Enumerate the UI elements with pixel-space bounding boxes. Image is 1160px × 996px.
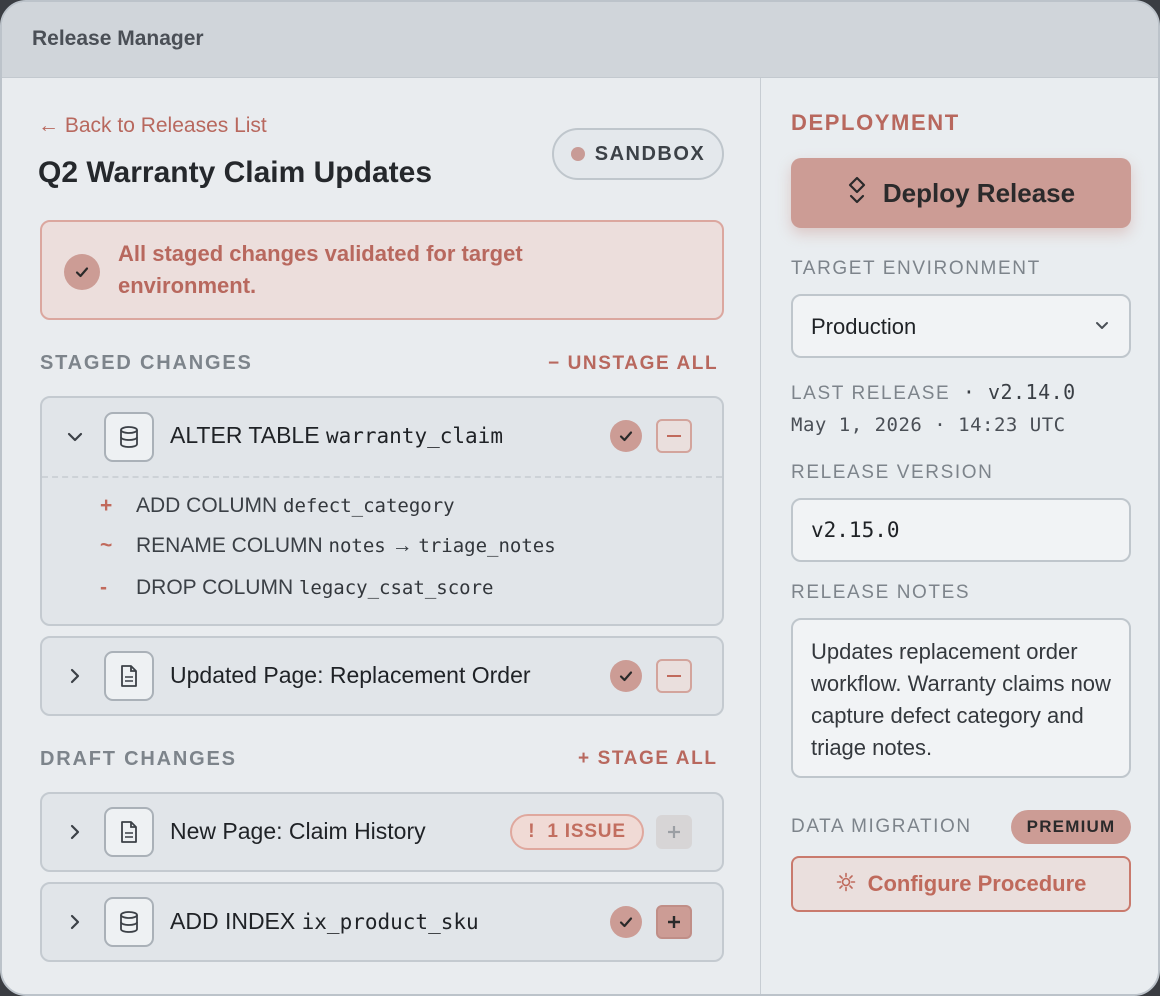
environment-badge-label: SANDBOX — [594, 142, 706, 165]
chevron-down-icon — [1095, 318, 1109, 336]
divider — [42, 476, 722, 478]
sub-change-text: ADD COLUMN — [136, 494, 278, 517]
premium-badge: PREMIUM — [1011, 810, 1131, 844]
page-icon — [104, 651, 154, 701]
chevron-down-icon[interactable] — [64, 426, 86, 448]
sub-change-text: DROP COLUMN — [136, 576, 294, 599]
staged-changes-heading: STAGED CHANGES — [40, 352, 253, 374]
staged-change-updated-page: Updated Page: Replacement Order — [40, 636, 724, 716]
target-environment-label: TARGET ENVIRONMENT — [791, 258, 1041, 279]
plus-icon: + — [578, 748, 591, 769]
validated-check-icon — [610, 660, 642, 692]
change-label: ALTER TABLE warranty_claim — [170, 422, 503, 449]
unstage-all-button[interactable]: − UNSTAGE ALL — [548, 353, 718, 375]
chevron-right-icon[interactable] — [64, 665, 86, 687]
unstage-all-label: UNSTAGE ALL — [567, 353, 719, 374]
staged-change-alter-table: ALTER TABLE warranty_claim + ADD COLUMN d… — [40, 396, 724, 626]
sub-change-new-name: triage_notes — [418, 535, 556, 557]
release-notes-label: RELEASE NOTES — [791, 582, 971, 603]
draft-change-new-page: New Page: Claim History ! 1 ISSUE — [40, 792, 724, 872]
sub-change-text: RENAME COLUMN — [136, 534, 323, 557]
last-release-label: LAST RELEASE — [791, 383, 951, 404]
change-label-prefix: ALTER TABLE — [170, 422, 320, 448]
sub-change-add-column: + ADD COLUMN defect_category — [100, 494, 455, 518]
stage-all-label: STAGE ALL — [597, 748, 718, 769]
add-symbol-icon: + — [100, 494, 113, 517]
validated-check-icon — [610, 906, 642, 938]
release-notes-textarea[interactable]: Updates replacement order workflow. Warr… — [791, 618, 1131, 778]
sub-change-code: defect_category — [283, 495, 455, 517]
back-to-releases-link[interactable]: ← Back to Releases List — [38, 114, 267, 138]
release-version-label: RELEASE VERSION — [791, 462, 994, 483]
change-label: ADD INDEX ix_product_sku — [170, 908, 479, 935]
database-icon — [104, 897, 154, 947]
last-release-version: v2.14.0 — [987, 380, 1076, 404]
chevron-right-icon[interactable] — [64, 911, 86, 933]
stage-button-disabled — [656, 815, 692, 849]
deployment-panel: DEPLOYMENT Deploy Release TARGET ENVIRON… — [760, 78, 1158, 994]
draft-changes-heading: DRAFT CHANGES — [40, 748, 237, 770]
stage-all-button[interactable]: + STAGE ALL — [578, 748, 718, 770]
sub-change-code: notes — [328, 535, 386, 557]
validation-message: All staged changes validated for target … — [118, 241, 523, 298]
change-label: New Page: Claim History — [170, 818, 426, 844]
change-label-code: ix_product_sku — [301, 910, 479, 934]
release-detail-panel: ← Back to Releases List Q2 Warranty Clai… — [2, 78, 760, 994]
change-label-code: warranty_claim — [325, 424, 503, 448]
sub-change-rename-column: ~ RENAME COLUMN notes → triage_notes — [100, 534, 556, 558]
change-label: Updated Page: Replacement Order — [170, 662, 531, 688]
deployment-heading: DEPLOYMENT — [791, 110, 960, 135]
warning-icon: ! — [528, 821, 536, 842]
validation-banner: All staged changes validated for target … — [40, 220, 724, 320]
deploy-release-button[interactable]: Deploy Release — [791, 158, 1131, 228]
issue-badge-label: 1 ISSUE — [547, 821, 626, 842]
release-version-input[interactable]: v2.15.0 — [791, 498, 1131, 562]
page-title: Q2 Warranty Claim Updates — [38, 156, 432, 189]
separator: · — [950, 380, 988, 404]
sun-gear-icon — [836, 872, 856, 897]
issue-badge[interactable]: ! 1 ISSUE — [510, 814, 644, 850]
release-manager-window: Release Manager ← Back to Releases List … — [0, 0, 1160, 996]
unstage-button[interactable] — [656, 419, 692, 453]
last-release-date: May 1, 2026 · 14:23 UTC — [791, 414, 1066, 436]
draft-change-add-index: ADD INDEX ix_product_sku — [40, 882, 724, 962]
page-icon — [104, 807, 154, 857]
remove-symbol-icon: - — [100, 576, 107, 599]
app-title: Release Manager — [32, 27, 204, 50]
target-environment-value: Production — [811, 314, 917, 339]
validated-check-icon — [610, 420, 642, 452]
rename-symbol-icon: ~ — [100, 534, 113, 557]
stage-button[interactable] — [656, 905, 692, 939]
check-circle-icon — [64, 254, 100, 290]
environment-badge: SANDBOX — [552, 128, 724, 180]
release-version-value: v2.15.0 — [811, 518, 900, 542]
change-label-prefix: ADD INDEX — [170, 908, 296, 934]
title-bar: Release Manager — [2, 2, 1158, 78]
sub-change-drop-column: - DROP COLUMN legacy_csat_score — [100, 576, 493, 600]
data-migration-label: DATA MIGRATION — [791, 816, 972, 837]
configure-procedure-label: Configure Procedure — [867, 871, 1087, 896]
target-environment-select[interactable]: Production — [791, 294, 1131, 358]
sub-change-code: legacy_csat_score — [298, 577, 494, 599]
last-release-info: LAST RELEASE · v2.14.0 — [791, 380, 1076, 405]
configure-procedure-button[interactable]: Configure Procedure — [791, 856, 1131, 912]
arrow-icon: → — [385, 534, 419, 557]
minus-icon: − — [548, 353, 561, 374]
deploy-release-label: Deploy Release — [882, 177, 1076, 208]
database-icon — [104, 412, 154, 462]
chevron-right-icon[interactable] — [64, 821, 86, 843]
deploy-icon — [847, 176, 867, 211]
unstage-button[interactable] — [656, 659, 692, 693]
status-dot-icon — [570, 147, 585, 161]
